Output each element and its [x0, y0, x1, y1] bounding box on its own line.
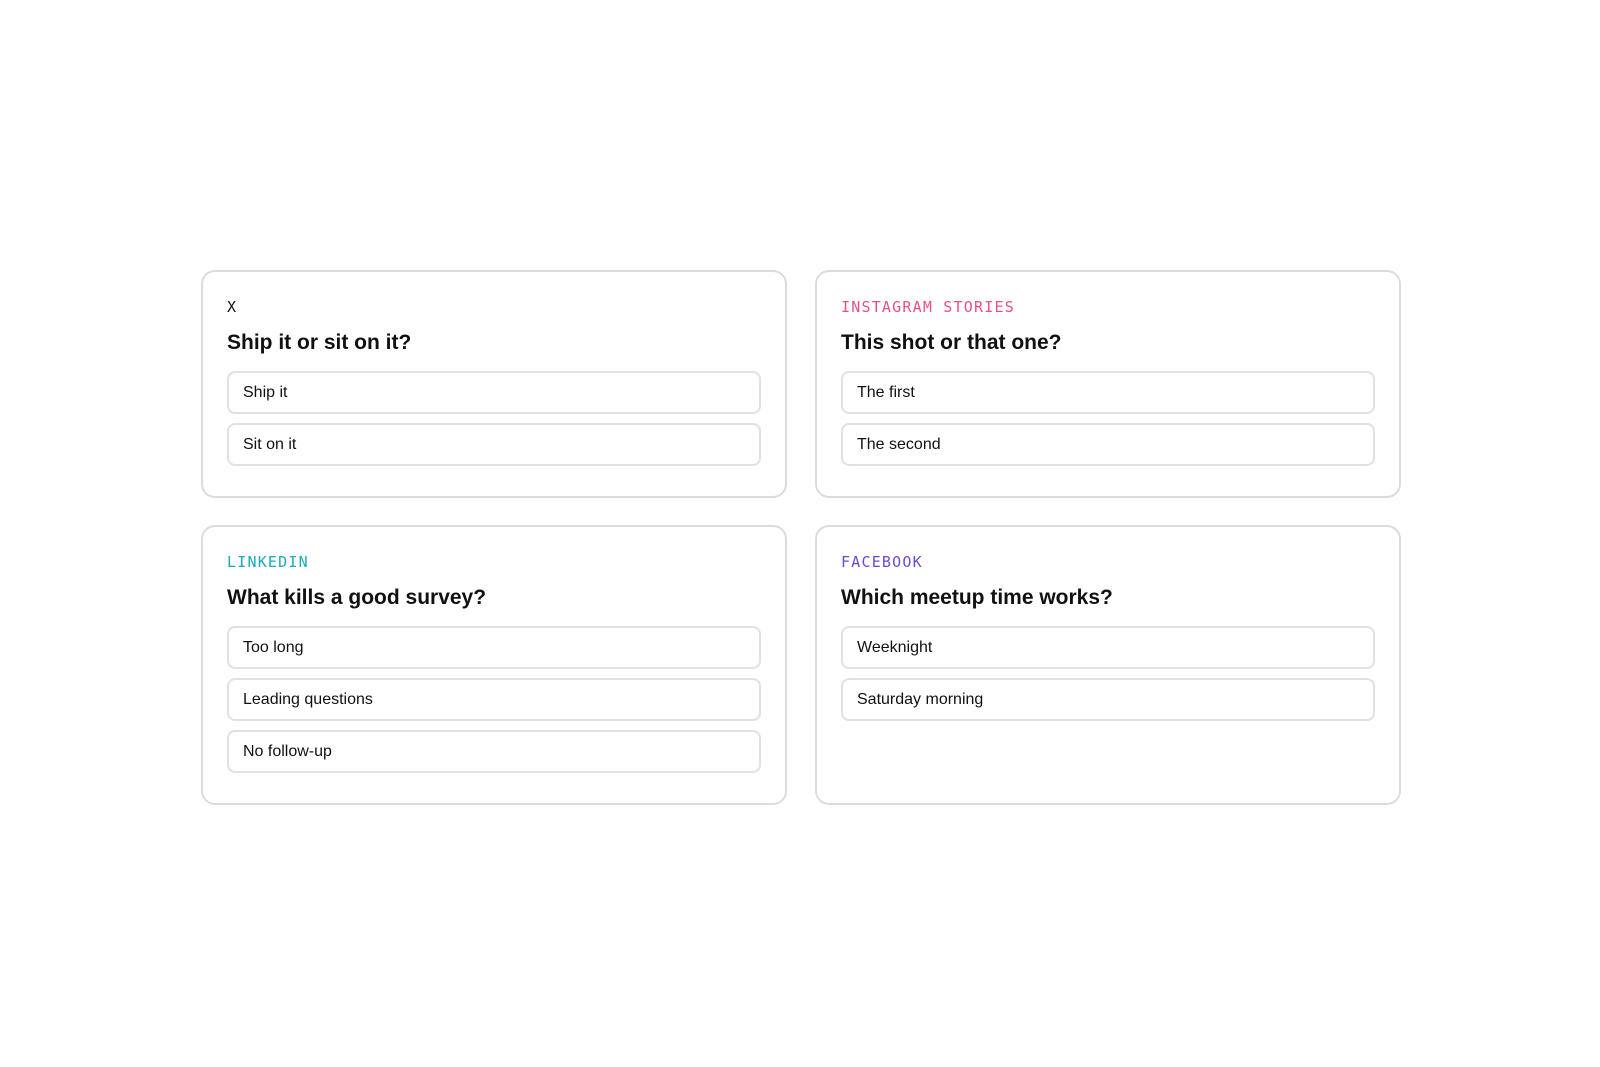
platform-label: INSTAGRAM STORIES [841, 298, 1015, 316]
platform-label: FACEBOOK [841, 553, 923, 571]
poll-question: What kills a good survey? [227, 586, 487, 609]
poll-option-button[interactable]: Saturday morning [841, 678, 1375, 721]
poll-card-instagram-stories: INSTAGRAM STORIES This shot or that one?… [815, 270, 1401, 498]
poll-option-button[interactable]: Weeknight [841, 626, 1375, 669]
poll-card-linkedin: LINKEDIN What kills a good survey? Too l… [201, 525, 787, 805]
poll-question: This shot or that one? [841, 331, 1062, 354]
poll-option-button[interactable]: Too long [227, 626, 761, 669]
poll-options: Ship it Sit on it [227, 371, 761, 466]
poll-options: The first The second [841, 371, 1375, 466]
poll-option-button[interactable]: Ship it [227, 371, 761, 414]
poll-option-button[interactable]: The second [841, 423, 1375, 466]
poll-option-button[interactable]: Leading questions [227, 678, 761, 721]
poll-options: Too long Leading questions No follow-up [227, 626, 761, 773]
platform-label: LINKEDIN [227, 553, 309, 571]
poll-grid: X Ship it or sit on it? Ship it Sit on i… [201, 270, 1401, 805]
poll-card-x: X Ship it or sit on it? Ship it Sit on i… [201, 270, 787, 498]
poll-question: Ship it or sit on it? [227, 331, 412, 354]
platform-label: X [227, 298, 238, 316]
poll-options: Weeknight Saturday morning [841, 626, 1375, 721]
poll-card-facebook: FACEBOOK Which meetup time works? Weekni… [815, 525, 1401, 805]
poll-option-button[interactable]: The first [841, 371, 1375, 414]
poll-option-button[interactable]: No follow-up [227, 730, 761, 773]
poll-option-button[interactable]: Sit on it [227, 423, 761, 466]
poll-question: Which meetup time works? [841, 586, 1113, 609]
